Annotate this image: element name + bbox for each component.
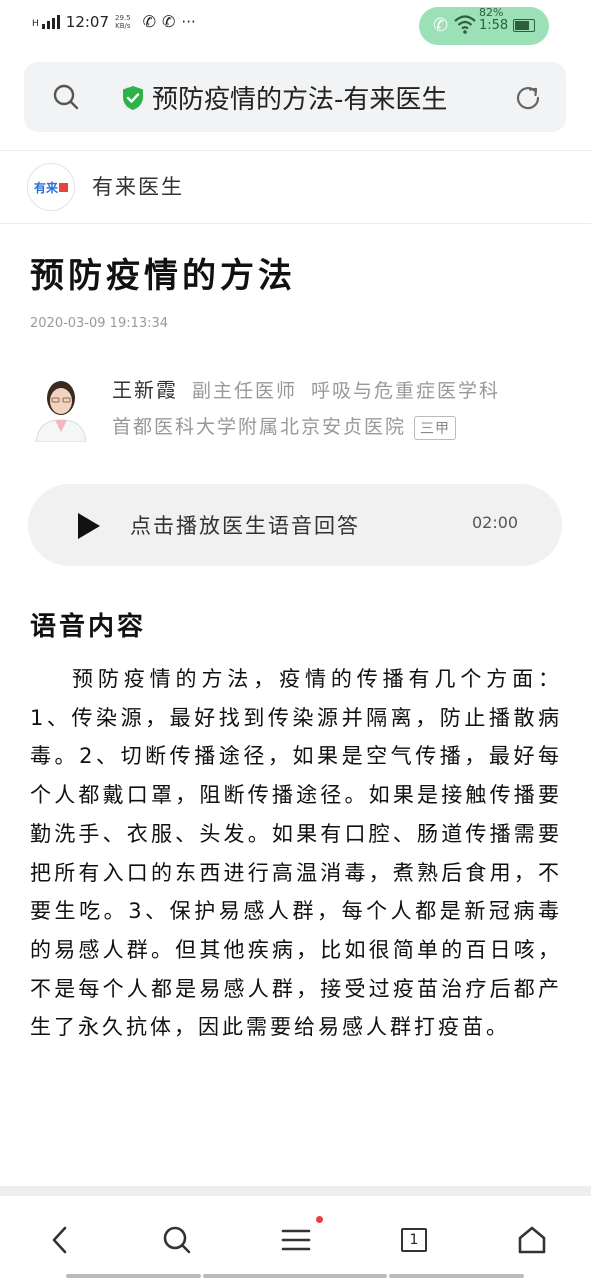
battery-icon [513, 19, 535, 32]
logo-text: 有来 [33, 180, 58, 195]
gesture-bar-right [389, 1274, 524, 1278]
phone-icon: ✆ [142, 12, 157, 31]
network-speed-value: 29.5 [115, 13, 131, 22]
back-icon [52, 1226, 67, 1254]
ongoing-call-pill[interactable]: ✆ 1:58 82% [419, 6, 549, 45]
home-button[interactable] [512, 1220, 552, 1260]
doctor-hospital: 首都医科大学附属北京安贞医院 [112, 416, 407, 438]
search-button[interactable] [157, 1220, 197, 1260]
search-icon [163, 1226, 191, 1254]
call-duration: 1:58 [479, 18, 509, 33]
signal-icon: H [32, 14, 60, 29]
missed-call-icon: ✆ [162, 12, 176, 31]
notification-dot [316, 1216, 323, 1223]
audio-label[interactable]: 点击播放医生语音回答 [130, 510, 360, 540]
battery-percent: 82% [479, 6, 504, 19]
status-left: H 12:07 29.5 KB/s ✆ ✆ ··· [32, 12, 196, 31]
article-title: 预防疫情的方法 [30, 256, 296, 296]
bottom-nav: 1 [0, 1196, 591, 1280]
tabs-button[interactable]: 1 [394, 1220, 434, 1260]
doctor-info[interactable]: 王新霞 副主任医师 呼吸与危重症医学科 [112, 374, 500, 403]
section-heading: 语音内容 [30, 612, 147, 642]
clock: 12:07 [65, 12, 110, 31]
audio-duration: 02:00 [472, 513, 519, 532]
article-date: 2020-03-09 19:13:34 [30, 316, 169, 331]
menu-button[interactable] [276, 1220, 316, 1260]
tabs-count: 1 [409, 1232, 419, 1248]
search-icon[interactable] [52, 83, 80, 111]
page-title[interactable]: 预防疫情的方法-有来医生 [152, 79, 447, 116]
tabs-icon: 1 [401, 1228, 427, 1252]
call-icon: ✆ [433, 15, 449, 36]
article-content: 预防疫情的方法，疫情的传播有几个方面：1、传染源，最好找到传染源并隔离，防止播散… [30, 667, 562, 1040]
address-bar[interactable]: 预防疫情的方法-有来医生 [24, 62, 566, 132]
play-icon[interactable] [78, 513, 100, 539]
doctor-name[interactable]: 王新霞 [112, 378, 178, 402]
doctor-title: 副主任医师 [192, 380, 298, 402]
doctor-avatar[interactable] [32, 370, 90, 442]
reload-icon[interactable] [513, 83, 543, 113]
home-icon [518, 1226, 546, 1254]
site-header[interactable]: 有来 有来医生 [0, 150, 591, 224]
carrier-label: H [32, 18, 39, 29]
site-logo[interactable]: 有来 [27, 163, 75, 211]
doctor-hospital-row: 首都医科大学附属北京安贞医院 三甲 [112, 412, 457, 440]
status-bar: H 12:07 29.5 KB/s ✆ ✆ ··· ✆ 1:58 82% [0, 0, 591, 46]
network-speed: 29.5 KB/s [115, 14, 131, 30]
gesture-bar-left [66, 1274, 201, 1278]
gesture-bar-middle [203, 1274, 387, 1278]
doctor-photo [32, 370, 90, 442]
content-divider [0, 1186, 591, 1196]
network-speed-unit: KB/s [115, 21, 131, 30]
wifi-icon [454, 15, 476, 34]
logo-mark [59, 182, 68, 192]
site-name[interactable]: 有来医生 [92, 171, 184, 201]
more-status-icon: ··· [181, 12, 196, 31]
back-button[interactable] [40, 1220, 80, 1260]
audio-player[interactable]: 点击播放医生语音回答 02:00 [28, 484, 562, 566]
doctor-department: 呼吸与危重症医学科 [311, 380, 501, 402]
hospital-level-badge: 三甲 [414, 415, 457, 440]
menu-icon [281, 1229, 311, 1251]
secure-shield-icon [123, 86, 143, 110]
